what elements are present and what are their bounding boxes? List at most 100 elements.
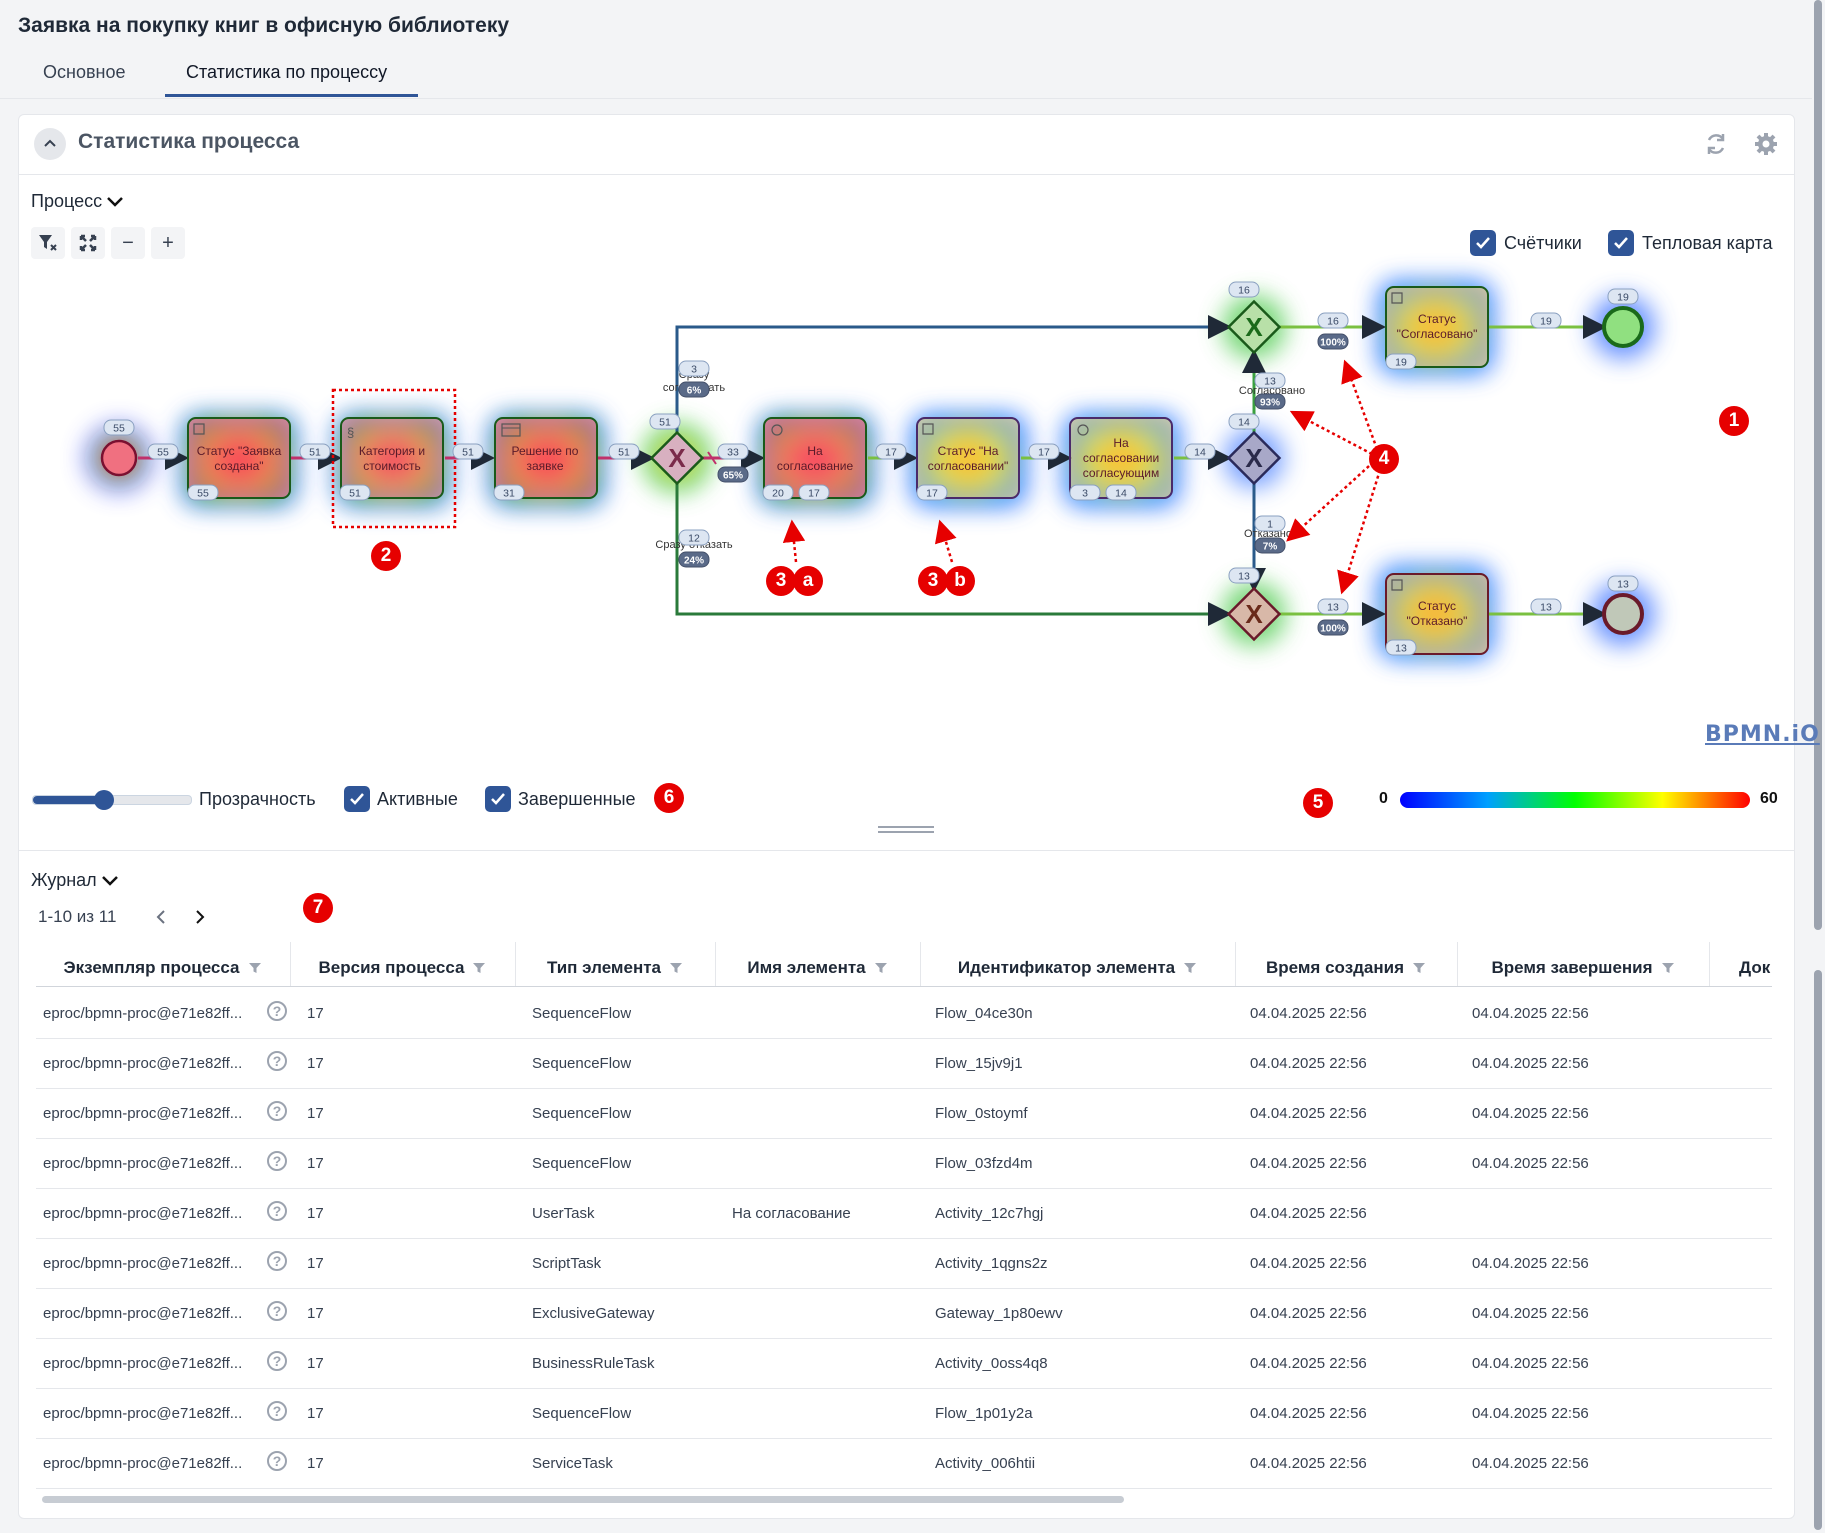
bpmn-diagram[interactable]: Статус "Заявка создана" § Категория и ст…: [0, 0, 1825, 780]
help-icon[interactable]: ?: [267, 1301, 287, 1321]
percent-value: 93%: [1260, 398, 1280, 409]
cell-completed: 04.04.2025 22:56: [1472, 1454, 1589, 1472]
task-label: Решение по: [512, 444, 579, 458]
help-icon[interactable]: ?: [267, 1101, 287, 1121]
prev-page-button[interactable]: [148, 902, 174, 932]
filter-icon[interactable]: [248, 961, 262, 975]
count-value: 17: [885, 447, 897, 459]
chevron-left-icon: [156, 910, 165, 924]
count-value: 14: [1194, 447, 1206, 459]
active-checkbox[interactable]: [344, 786, 370, 812]
cell-version: 17: [307, 1154, 324, 1172]
table-row[interactable]: eproc/bpmn-proc@e71e82ff... 17 SequenceFlo…: [36, 1388, 1772, 1439]
percent-pill: 93%: [1254, 393, 1286, 410]
count-pill: 13: [1254, 372, 1286, 389]
column-title: Идентификатор элемента: [957, 958, 1176, 977]
table-row[interactable]: eproc/bpmn-proc@e71e82ff... 17 UserTask На …: [36, 1188, 1772, 1239]
checkmark-icon: [350, 793, 364, 805]
cell-element-type: SequenceFlow: [532, 1104, 632, 1122]
annotation-badge: 1: [1719, 406, 1749, 436]
table-row[interactable]: eproc/bpmn-proc@e71e82ff... 17 SequenceFlo…: [36, 1088, 1772, 1139]
column-title: Время создания: [1265, 958, 1405, 977]
help-icon[interactable]: ?: [267, 1451, 287, 1471]
count-pill: 51: [649, 413, 681, 430]
table-row[interactable]: eproc/bpmn-proc@e71e82ff... 17 SequenceFlo…: [36, 988, 1772, 1039]
table-row[interactable]: eproc/bpmn-proc@e71e82ff... 17 ExclusiveGa…: [36, 1288, 1772, 1339]
cell-created: 04.04.2025 22:56: [1250, 1354, 1367, 1372]
filter-icon[interactable]: [1661, 961, 1675, 975]
cell-element-name: На согласование: [732, 1204, 851, 1222]
count-pill: 17: [798, 484, 830, 501]
col-doc[interactable]: Док: [1709, 950, 1772, 986]
cell-version: 17: [307, 1054, 324, 1072]
help-icon[interactable]: ?: [267, 1351, 287, 1371]
help-icon[interactable]: ?: [267, 1051, 287, 1071]
percent-value: 7%: [1263, 542, 1278, 553]
col-process-instance[interactable]: Экземпляр процесса: [36, 950, 289, 986]
cell-element-type: BusinessRuleTask: [532, 1354, 655, 1372]
cell-element-type: ExclusiveGateway: [532, 1304, 655, 1322]
col-element-type[interactable]: Тип элемента: [515, 950, 715, 986]
end-event-rejected[interactable]: [1602, 593, 1644, 635]
cell-created: 04.04.2025 22:56: [1250, 1204, 1367, 1222]
table-row[interactable]: eproc/bpmn-proc@e71e82ff... 17 BusinessRul…: [36, 1338, 1772, 1389]
col-element-id[interactable]: Идентификатор элемента: [920, 950, 1235, 986]
table-row[interactable]: eproc/bpmn-proc@e71e82ff... 17 SequenceFlo…: [36, 1138, 1772, 1189]
filter-icon[interactable]: [669, 961, 683, 975]
col-process-version[interactable]: Версия процесса: [290, 950, 515, 986]
col-created[interactable]: Время создания: [1235, 950, 1457, 986]
help-icon[interactable]: ?: [267, 1001, 287, 1021]
completed-checkbox[interactable]: [485, 786, 511, 812]
opacity-slider-thumb[interactable]: [94, 790, 115, 810]
help-icon[interactable]: ?: [267, 1151, 287, 1171]
start-event[interactable]: [100, 439, 138, 477]
count-value: 17: [926, 488, 938, 500]
cell-completed: 04.04.2025 22:56: [1472, 1104, 1589, 1122]
heat-legend-gradient: [1400, 792, 1750, 808]
count-value: 13: [1395, 643, 1407, 655]
opacity-slider[interactable]: [32, 790, 192, 810]
journal-section-toggle[interactable]: Журнал: [31, 870, 119, 891]
cell-instance: eproc/bpmn-proc@e71e82ff...: [43, 1204, 243, 1222]
count-value: 3: [691, 364, 697, 376]
count-value: 19: [1540, 316, 1552, 328]
percent-value: 100%: [1320, 624, 1346, 635]
count-pill: 19: [1607, 288, 1639, 305]
percent-pill: 24%: [678, 551, 710, 568]
count-pill: 14: [1228, 413, 1260, 430]
help-icon[interactable]: ?: [267, 1201, 287, 1221]
page-scrollbar-lower[interactable]: [1814, 970, 1822, 1530]
resize-handle[interactable]: [878, 823, 934, 835]
col-element-name[interactable]: Имя элемента: [715, 950, 920, 986]
count-value: 20: [772, 488, 784, 500]
filter-icon[interactable]: [1183, 961, 1197, 975]
cell-created: 04.04.2025 22:56: [1250, 1404, 1367, 1422]
table-horizontal-scrollbar[interactable]: [42, 1496, 1124, 1503]
cell-element-type: SequenceFlow: [532, 1004, 632, 1022]
table-row[interactable]: eproc/bpmn-proc@e71e82ff... 17 SequenceFlo…: [36, 1038, 1772, 1089]
annotation-badge: a: [793, 566, 823, 596]
cell-version: 17: [307, 1104, 324, 1122]
count-value: 55: [197, 488, 209, 500]
table-row[interactable]: eproc/bpmn-proc@e71e82ff... 17 ServiceTask…: [36, 1438, 1772, 1489]
next-page-button[interactable]: [187, 902, 213, 932]
filter-icon[interactable]: [874, 961, 888, 975]
count-pill: 33: [717, 443, 749, 460]
cell-element-id: Flow_15jv9j1: [935, 1054, 1023, 1072]
cell-element-id: Gateway_1p80ewv: [935, 1304, 1063, 1322]
help-icon[interactable]: ?: [267, 1401, 287, 1421]
count-value: 13: [1238, 571, 1250, 583]
end-event-approved[interactable]: [1602, 306, 1644, 348]
table-row[interactable]: eproc/bpmn-proc@e71e82ff... 17 ScriptTask A…: [36, 1238, 1772, 1289]
cell-version: 17: [307, 1354, 324, 1372]
cell-instance: eproc/bpmn-proc@e71e82ff...: [43, 1004, 243, 1022]
help-icon[interactable]: ?: [267, 1251, 287, 1271]
bpmn-io-logo[interactable]: BPMN.iO: [1705, 722, 1820, 747]
filter-icon[interactable]: [1412, 961, 1426, 975]
col-completed[interactable]: Время завершения: [1457, 950, 1709, 986]
filter-icon[interactable]: [472, 961, 486, 975]
cell-instance: eproc/bpmn-proc@e71e82ff...: [43, 1254, 243, 1272]
percent-value: 65%: [723, 471, 743, 482]
task-label: На: [807, 444, 823, 458]
count-value: 55: [157, 447, 169, 459]
